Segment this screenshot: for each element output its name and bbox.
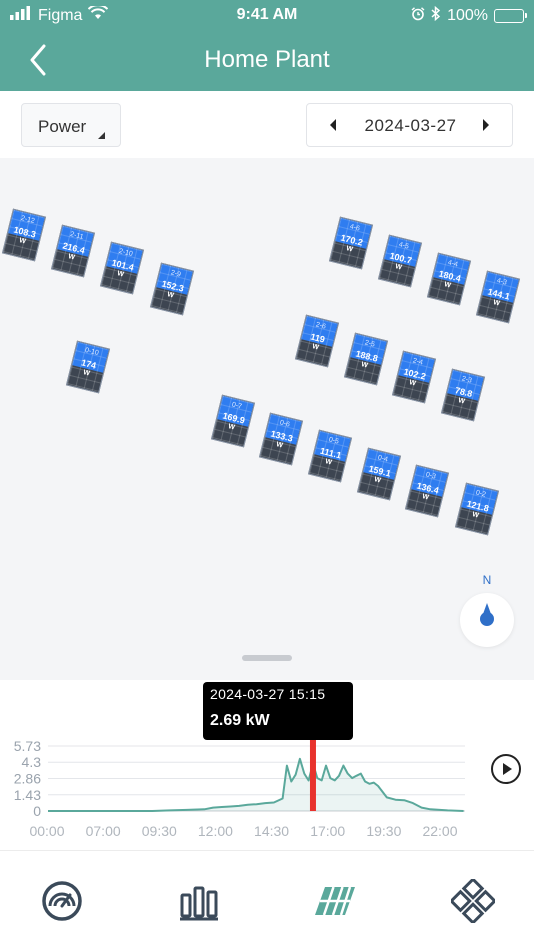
tab-statistics[interactable] (177, 879, 221, 923)
x-tick-label: 19:30 (366, 823, 401, 839)
solar-panel[interactable]: 4-3 144.1 W (475, 270, 521, 324)
battery-icon (494, 9, 527, 23)
solar-panel[interactable]: 2-4 102.2 W (391, 350, 437, 404)
solar-panel[interactable]: 2-11 216.4 W (50, 224, 96, 278)
solar-panel[interactable]: 0-3 136.4 W (404, 464, 450, 518)
controls-bar: Power 2024-03-27 (0, 91, 534, 158)
y-tick-label: 2.86 (14, 771, 41, 787)
status-right: 100% (411, 5, 527, 26)
solar-panel[interactable]: 2-5 188.8 W (343, 332, 389, 386)
caret-right-icon (483, 119, 489, 131)
compass-north-label: N (482, 573, 492, 587)
solar-panel[interactable]: 0-7 169.9 W (210, 394, 256, 448)
x-tick-label: 14:30 (254, 823, 289, 839)
play-icon (503, 763, 512, 775)
alarm-icon (411, 6, 425, 26)
x-tick-label: 09:30 (142, 823, 177, 839)
tab-devices[interactable] (451, 879, 495, 923)
solar-panel[interactable]: 0-5 111.1 W (307, 429, 353, 483)
tab-panels[interactable] (313, 879, 357, 923)
battery-percent: 100% (447, 7, 488, 24)
speedometer-icon (42, 881, 82, 921)
series-area (48, 758, 464, 811)
solar-panel[interactable]: 2-6 119 W (294, 314, 340, 368)
x-tick-label: 22:00 (422, 823, 457, 839)
solar-panel-icon (315, 886, 355, 916)
drag-handle[interactable] (242, 655, 292, 661)
solar-panel[interactable]: 0-6 133.3 W (258, 412, 304, 466)
nav-bar: Home Plant (0, 30, 534, 91)
y-tick-label: 4.3 (22, 754, 42, 770)
solar-panel[interactable]: 0-2 121.8 W (454, 482, 500, 536)
x-tick-label: 12:00 (198, 823, 233, 839)
panel-layout-view[interactable]: 2-12 108.3 W 2-11 216.4 W 2-10 101.4 W 2-9 152.… (0, 158, 534, 680)
metric-select[interactable]: Power (21, 103, 121, 147)
solar-panel[interactable]: 4-5 100.7 W (377, 234, 423, 288)
dropdown-corner-icon (98, 132, 105, 139)
solar-panel[interactable]: 4-6 170.2 W (328, 216, 374, 270)
tooltip-value: 2.69 kW (210, 712, 270, 729)
y-tick-label: 0 (33, 803, 41, 819)
x-tick-label: 00:00 (29, 823, 64, 839)
bottom-tab-bar (0, 850, 534, 950)
x-tick-label: 17:00 (310, 823, 345, 839)
solar-panel[interactable]: 2-9 152.3 W (149, 262, 195, 316)
x-tick-label: 07:00 (86, 823, 121, 839)
solar-panel[interactable]: 0-10 174 W (65, 340, 111, 394)
solar-panel[interactable]: 4-4 180.4 W (426, 252, 472, 306)
page-title: Home Plant (204, 46, 330, 73)
bluetooth-icon (431, 5, 441, 26)
solar-panel[interactable]: 0-4 159.1 W (356, 447, 402, 501)
compass-button[interactable] (460, 593, 514, 647)
solar-panel[interactable]: 2-3 78.8 W (440, 368, 486, 422)
status-bar: Figma 9:41 AM 100% (0, 0, 534, 30)
date-picker: 2024-03-27 (306, 103, 513, 147)
compass-icon (480, 603, 494, 626)
diamond-grid-icon (451, 879, 495, 923)
chart-tooltip: 2024-03-27 15:15 2.69 kW (203, 682, 353, 740)
tab-overview[interactable] (40, 879, 84, 923)
solar-panel[interactable]: 2-10 101.4 W (99, 241, 145, 295)
next-date-button[interactable] (466, 104, 506, 146)
solar-panel[interactable]: 2-12 108.3 W (1, 208, 47, 262)
metric-select-label: Power (38, 117, 87, 136)
bar-chart-icon (180, 886, 218, 921)
y-tick-label: 5.73 (14, 738, 41, 754)
y-tick-label: 1.43 (14, 787, 41, 803)
tooltip-time: 2024-03-27 15:15 (210, 686, 326, 702)
play-button[interactable] (491, 754, 521, 784)
